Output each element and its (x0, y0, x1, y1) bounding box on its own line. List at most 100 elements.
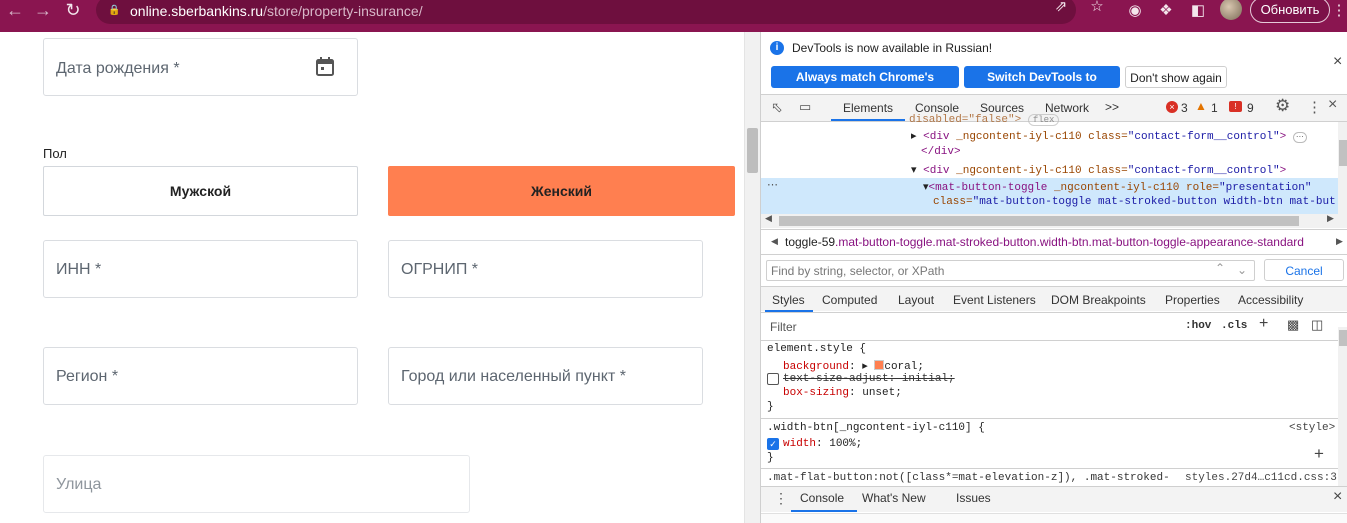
close-banner-icon[interactable]: × (1333, 53, 1342, 71)
rule-source-link[interactable]: styles.27d4…c11cd.css:3 (1185, 472, 1337, 484)
scroll-left-icon[interactable]: ◀ (765, 213, 772, 224)
devtools-panel: i DevTools is now available in Russian! … (760, 32, 1347, 523)
drawer-tab-console[interactable]: Console (800, 491, 844, 505)
settings-gear-icon[interactable]: ⚙ (1275, 96, 1290, 116)
calendar-icon[interactable] (315, 57, 335, 77)
bookmark-star-icon[interactable]: ☆ (1086, 0, 1108, 17)
issues-count[interactable]: 9 (1247, 101, 1254, 115)
search-next-icon[interactable]: ⌄ (1237, 263, 1247, 277)
city-field[interactable]: Город или населенный пункт * (388, 347, 703, 405)
css-declaration[interactable]: box-sizing: unset; (783, 387, 902, 399)
element-style-selector[interactable]: element.style { (767, 343, 866, 355)
profile-avatar[interactable] (1220, 0, 1242, 20)
sidebar-toggle-icon[interactable]: ◫ (1311, 317, 1323, 333)
dom-search-input[interactable]: Find by string, selector, or XPath ⌃ ⌄ (766, 260, 1255, 281)
match-language-button[interactable]: Always match Chrome's language (771, 66, 959, 106)
dom-more-icon[interactable]: ⋯ (767, 178, 778, 192)
breadcrumb-scroll-left-icon[interactable]: ◀ (771, 236, 778, 247)
sidepanel-icon[interactable]: ◧ (1187, 1, 1209, 21)
tab-properties[interactable]: Properties (1165, 293, 1220, 307)
dom-line[interactable]: ▾<mat-button-toggle _ngcontent-iyl-c110 … (923, 180, 1311, 194)
search-cancel-button[interactable]: Cancel (1264, 259, 1344, 281)
dob-field[interactable]: Дата рождения * (43, 38, 358, 96)
tab-elements[interactable]: Elements (843, 101, 893, 115)
close-devtools-icon[interactable]: × (1328, 96, 1337, 114)
tab-sources[interactable]: Sources (980, 101, 1024, 115)
dom-scrollbar-thumb[interactable] (1339, 140, 1347, 166)
inn-field[interactable]: ИНН * (43, 240, 358, 298)
css-declaration[interactable]: background: ▸ coral; (783, 359, 924, 373)
declaration-checkbox-checked[interactable]: ✓ (767, 438, 779, 450)
breadcrumb[interactable]: toggle-59.mat-button-toggle.mat-stroked-… (785, 235, 1304, 249)
close-drawer-icon[interactable]: × (1333, 488, 1342, 506)
reload-icon[interactable]: ↻ (62, 0, 84, 22)
dob-label: Дата рождения * (56, 60, 180, 77)
breadcrumb-scroll-right-icon[interactable]: ▶ (1336, 236, 1343, 247)
new-rule-icon[interactable]: + (1259, 315, 1268, 333)
menu-kebab-icon[interactable]: ⋮ (1328, 1, 1347, 21)
search-placeholder: Find by string, selector, or XPath (771, 264, 945, 278)
city-label: Город или населенный пункт * (401, 368, 626, 385)
share-icon[interactable]: ⇗ (1050, 0, 1072, 17)
styles-scrollbar-thumb[interactable] (1339, 330, 1347, 346)
tab-accessibility[interactable]: Accessibility (1238, 293, 1303, 307)
extensions-icon[interactable]: ❖ (1155, 1, 1177, 21)
url-text: online.sberbankins.ru/store/property-ins… (130, 3, 423, 19)
address-bar[interactable]: 🔒 online.sberbankins.ru/store/property-i… (96, 0, 1104, 24)
dom-line[interactable]: class="mat-button-toggle mat-stroked-but… (933, 196, 1336, 208)
update-button[interactable]: Обновить (1250, 0, 1330, 23)
warning-count[interactable]: 1 (1211, 101, 1218, 115)
styles-filter-input[interactable]: Filter (766, 316, 1176, 336)
dom-line[interactable]: ▸ <div _ngcontent-iyl-c110 class="contac… (911, 129, 1307, 143)
css-declaration-disabled[interactable]: text-size-adjust: initial; (783, 373, 955, 385)
male-toggle-button[interactable]: Мужской (43, 166, 358, 216)
dont-show-button[interactable]: Don't show again (1125, 66, 1227, 88)
switch-russian-button[interactable]: Switch DevTools to Russian (964, 66, 1120, 106)
tab-layout[interactable]: Layout (898, 293, 934, 307)
styles-scrollbar[interactable] (1338, 327, 1347, 487)
web-page: Дата рождения * Пол Мужской Женский ИНН … (0, 32, 747, 523)
rule-selector[interactable]: .width-btn[_ngcontent-iyl-c110] { (767, 422, 985, 434)
rule-source-link[interactable]: <style> (1289, 422, 1335, 434)
more-tabs-icon[interactable]: >> (1105, 100, 1119, 114)
color-swatch[interactable] (874, 360, 885, 370)
declaration-checkbox[interactable] (767, 373, 779, 385)
ogrnip-field[interactable]: ОГРНИП * (388, 240, 703, 298)
drawer-tab-issues[interactable]: Issues (956, 491, 991, 505)
device-toolbar-icon[interactable]: ▭ (799, 99, 815, 115)
drawer-tab-whats-new[interactable]: What's New (862, 491, 926, 505)
forward-icon[interactable]: → (32, 0, 54, 22)
tab-network[interactable]: Network (1045, 101, 1089, 115)
dom-line[interactable]: ▾ <div _ngcontent-iyl-c110 class="contac… (911, 163, 1286, 177)
scroll-right-icon[interactable]: ▶ (1327, 213, 1334, 224)
error-count[interactable]: 3 (1181, 101, 1188, 115)
banner-message: DevTools is now available in Russian! (792, 41, 993, 55)
paint-icon[interactable]: ▩ (1287, 317, 1299, 333)
page-scrollbar[interactable] (744, 32, 760, 523)
console-toolbar (761, 513, 1347, 523)
drawer-menu-icon[interactable]: ⋮ (774, 490, 788, 507)
tab-computed[interactable]: Computed (822, 293, 877, 307)
dom-line[interactable]: </div> (921, 146, 961, 158)
search-prev-icon[interactable]: ⌃ (1215, 261, 1225, 275)
css-declaration[interactable]: width: 100%; (783, 438, 862, 450)
inspect-icon[interactable]: ⬁ (771, 99, 787, 115)
hov-toggle[interactable]: :hov (1185, 320, 1211, 332)
cls-toggle[interactable]: .cls (1221, 320, 1247, 332)
divider (761, 229, 1347, 230)
region-field[interactable]: Регион * (43, 347, 358, 405)
add-declaration-icon[interactable]: + (1314, 444, 1324, 464)
tab-event-listeners[interactable]: Event Listeners (953, 293, 1036, 307)
tab-console[interactable]: Console (915, 101, 959, 115)
rule-selector[interactable]: .mat-flat-button:not([class*=mat-elevati… (767, 472, 1177, 484)
page-scrollbar-thumb[interactable] (747, 128, 758, 173)
female-toggle-button[interactable]: Женский (388, 166, 735, 216)
tab-styles[interactable]: Styles (772, 293, 805, 307)
back-icon[interactable]: ← (4, 0, 26, 22)
globe-icon[interactable]: ◉ (1124, 1, 1146, 21)
devtools-menu-icon[interactable]: ⋮ (1307, 98, 1322, 116)
street-field[interactable]: Улица (43, 455, 470, 513)
dom-hscrollbar-thumb[interactable] (779, 216, 1299, 226)
dom-scrollbar[interactable] (1338, 122, 1347, 214)
tab-dom-breakpoints[interactable]: DOM Breakpoints (1051, 293, 1146, 307)
